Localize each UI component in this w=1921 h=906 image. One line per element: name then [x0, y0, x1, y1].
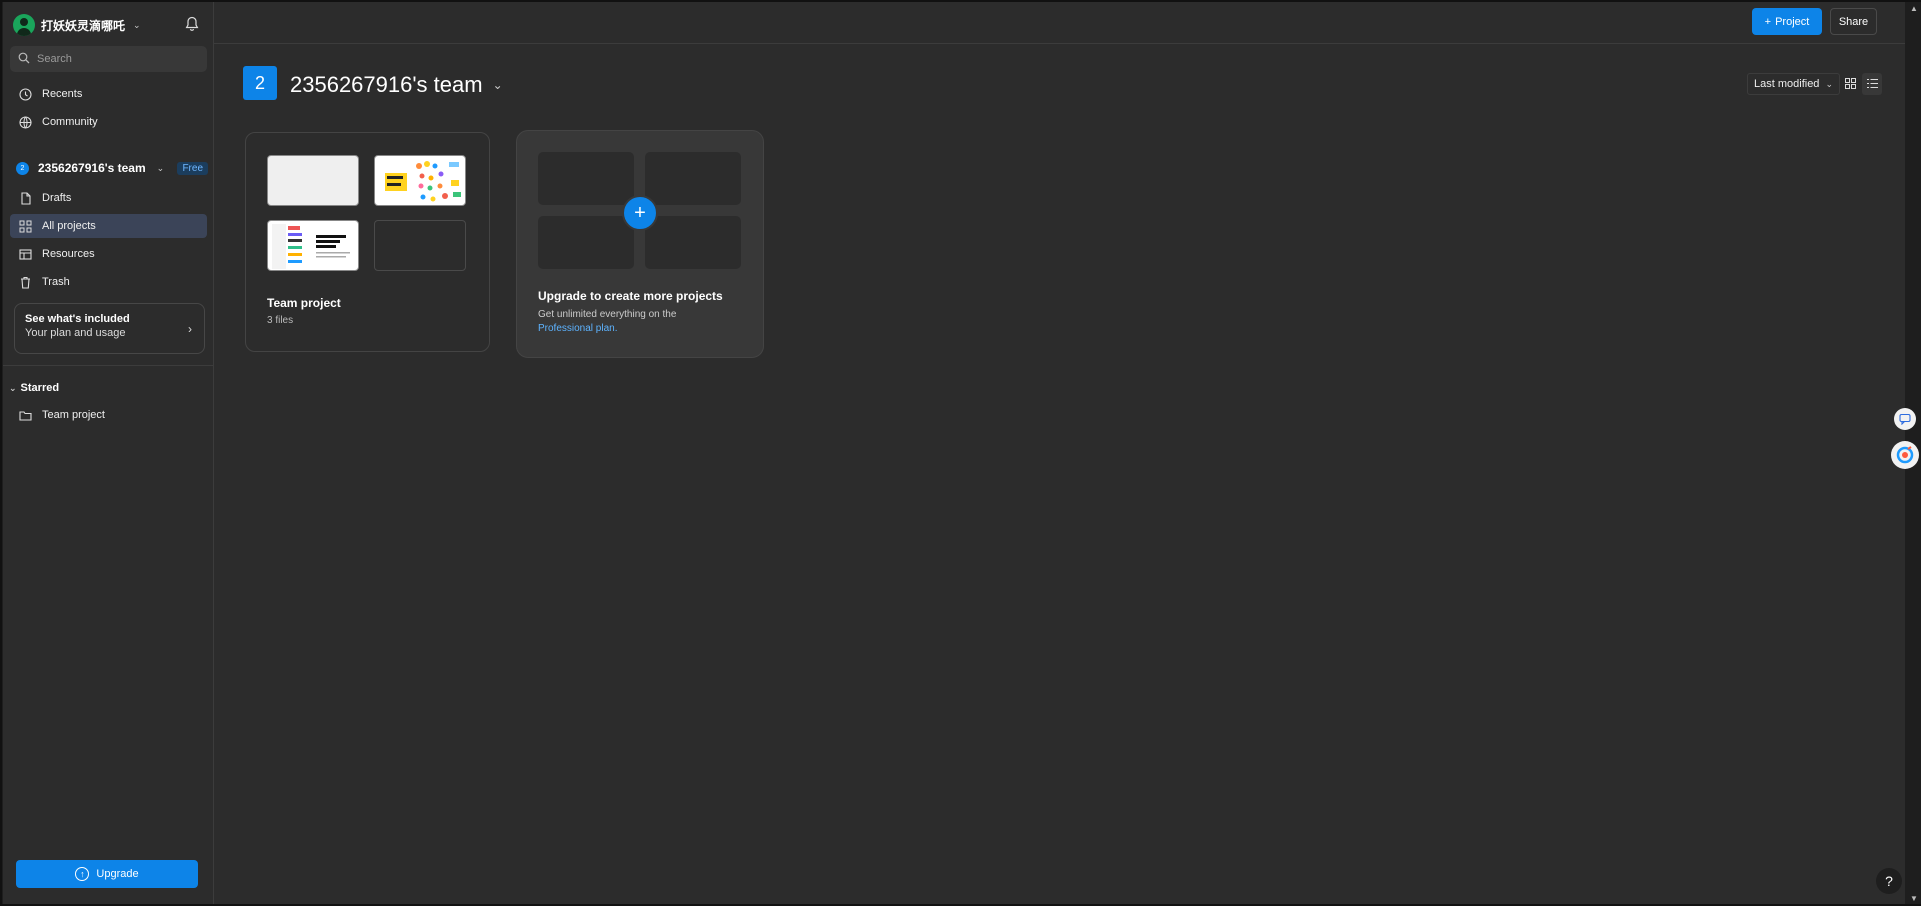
arrow-up-icon: ↑ — [75, 867, 90, 881]
search-icon — [18, 52, 30, 67]
team-avatar: 2 — [16, 161, 29, 175]
list-view-button[interactable] — [1862, 73, 1882, 95]
feedback-widget-icon[interactable] — [1894, 408, 1916, 430]
search-field[interactable] — [10, 46, 207, 72]
file-icon — [19, 191, 32, 205]
chevron-down-icon: ⌄ — [9, 382, 17, 393]
notifications-bell-icon[interactable] — [185, 16, 199, 32]
upgrade-card-body: Get unlimited everything on the — [538, 309, 677, 320]
page-title[interactable]: 2356267916's team ⌄ — [290, 72, 503, 98]
file-thumbnail — [374, 155, 466, 206]
new-project-button[interactable]: + Project — [1752, 8, 1822, 35]
grid-icon — [19, 220, 32, 233]
scroll-up-arrow-icon[interactable]: ▲ — [1910, 4, 1918, 13]
nav-community[interactable]: Community — [10, 110, 207, 134]
plus-icon: + — [1764, 15, 1772, 28]
community-icon — [19, 115, 32, 129]
chevron-down-icon: ⌄ — [156, 162, 165, 173]
account-switcher[interactable]: 打妖妖灵滴哪吒 ⌄ — [13, 14, 141, 36]
project-title: Team project — [267, 296, 341, 310]
resources-icon — [19, 248, 32, 261]
project-card[interactable]: Team project 3 files — [245, 132, 490, 352]
upgrade-card[interactable]: + Upgrade to create more projects Get un… — [516, 130, 764, 358]
share-button[interactable]: Share — [1830, 8, 1877, 35]
folder-icon — [19, 409, 32, 422]
trash-icon — [19, 276, 32, 289]
plan-card-subtitle: Your plan and usage — [25, 327, 126, 339]
chevron-down-icon: ⌄ — [1825, 78, 1833, 89]
new-project-label: Project — [1775, 15, 1810, 28]
grid-view-button[interactable] — [1840, 73, 1860, 95]
sort-label: Last modified — [1754, 78, 1820, 90]
placeholder-tile — [645, 216, 741, 269]
starred-item-label: Team project — [42, 409, 105, 421]
upgrade-card-title: Upgrade to create more projects — [538, 289, 723, 303]
grid-icon — [1844, 77, 1856, 92]
team-switcher[interactable]: 2 2356267916's team ⌄ Free — [10, 157, 210, 179]
upgrade-button-label: Upgrade — [96, 868, 139, 880]
upgrade-card-text: Get unlimited everything on the Professi… — [538, 308, 676, 336]
chevron-down-icon: ⌄ — [133, 19, 141, 30]
user-name: 打妖妖灵滴哪吒 — [41, 18, 126, 33]
nav-all-projects-label: All projects — [42, 220, 96, 232]
avatar — [13, 14, 35, 36]
empty-thumbnail — [374, 220, 466, 271]
starred-heading: Starred — [20, 382, 60, 394]
share-label: Share — [1838, 15, 1869, 28]
nav-resources-label: Resources — [42, 248, 95, 260]
file-thumbnail — [267, 220, 359, 271]
sidebar-divider — [3, 365, 214, 366]
add-project-plus-icon[interactable]: + — [622, 195, 658, 231]
nav-recents[interactable]: Recents — [10, 82, 207, 106]
search-input[interactable] — [37, 53, 187, 65]
sort-dropdown[interactable]: Last modified ⌄ — [1747, 73, 1840, 95]
plan-usage-card[interactable]: See what's included Your plan and usage … — [14, 303, 205, 354]
chevron-down-icon: ⌄ — [492, 78, 503, 92]
nav-all-projects[interactable]: All projects — [10, 214, 207, 238]
upgrade-button[interactable]: ↑ Upgrade — [16, 860, 198, 888]
nav-recents-label: Recents — [42, 88, 83, 100]
nav-drafts-label: Drafts — [42, 192, 72, 204]
topbar: + Project Share — [214, 2, 1905, 44]
placeholder-tile — [538, 216, 634, 269]
file-thumbnail — [267, 155, 359, 206]
plan-badge: Free — [177, 161, 208, 175]
nav-drafts[interactable]: Drafts — [10, 186, 207, 210]
nav-resources[interactable]: Resources — [10, 242, 207, 266]
list-icon — [1866, 77, 1878, 92]
placeholder-tile — [538, 152, 634, 205]
team-icon: 2 — [243, 66, 277, 100]
scroll-down-arrow-icon[interactable]: ▼ — [1910, 894, 1918, 903]
plan-card-title: See what's included — [25, 313, 130, 325]
starred-item[interactable]: Team project — [10, 403, 207, 427]
nav-trash-label: Trash — [42, 276, 70, 288]
professional-plan-link[interactable]: Professional plan. — [538, 322, 676, 336]
starred-section-toggle[interactable]: ⌄ Starred — [7, 382, 59, 394]
nav-community-label: Community — [42, 116, 98, 128]
sidebar: 打妖妖灵滴哪吒 ⌄ Recents Community 2 2356267916… — [3, 2, 214, 904]
page-title-text: 2356267916's team — [290, 72, 483, 97]
chevron-right-icon: › — [188, 322, 192, 336]
assistant-widget-icon[interactable] — [1891, 441, 1919, 469]
clock-icon — [19, 87, 32, 101]
main-content: + Project Share 2 2356267916's team ⌄ La… — [214, 2, 1905, 904]
placeholder-tile — [645, 152, 741, 205]
help-button[interactable]: ? — [1876, 868, 1902, 894]
team-name: 2356267916's team — [38, 161, 146, 175]
nav-trash[interactable]: Trash — [10, 270, 207, 294]
project-file-count: 3 files — [267, 315, 294, 326]
